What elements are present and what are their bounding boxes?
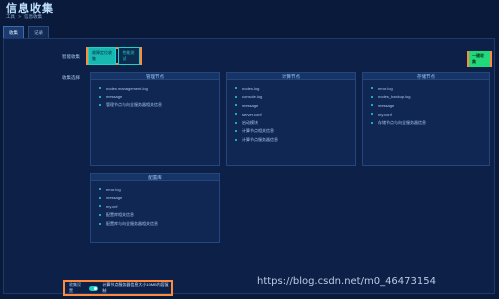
setting-highlight: 收集设置 计算节点服务器信息大小10MB内容复制	[63, 280, 173, 296]
mode-label: 智能收集	[62, 54, 80, 59]
list-item[interactable]: nodes management.log	[99, 84, 211, 93]
card-compute-node: 计算节点 nodes.log console.log message serve…	[226, 72, 356, 166]
list-item[interactable]: 启动模块	[235, 118, 347, 127]
setting-toggle[interactable]	[88, 285, 99, 291]
breadcrumb-item[interactable]: 工具	[6, 14, 15, 19]
card-title: 管理节点	[91, 73, 219, 80]
bullet-icon	[371, 87, 373, 90]
setting-label: 收集设置	[69, 282, 81, 293]
list-item[interactable]: my.conf	[371, 110, 481, 119]
list-item[interactable]: nodes.log	[235, 84, 347, 93]
bullet-icon	[99, 87, 101, 90]
items-label: 收集选择	[62, 75, 80, 80]
list-item[interactable]: console.log	[235, 93, 347, 102]
bullet-icon	[99, 214, 101, 217]
list-item[interactable]: error.log	[99, 185, 211, 194]
list-item[interactable]: nodes_backup.log	[371, 93, 481, 102]
bullet-icon	[99, 205, 101, 208]
bullet-icon	[235, 113, 237, 116]
bullet-icon	[235, 87, 237, 90]
bullet-icon	[371, 95, 373, 98]
mode-option-performance[interactable]: 性能测试	[118, 47, 140, 65]
card-title: 配置库	[91, 174, 219, 181]
collect-button-highlight: 一键收集	[467, 51, 492, 67]
card-title: 存储节点	[363, 73, 489, 80]
list-item[interactable]: message	[235, 101, 347, 110]
list-item[interactable]: server.conf	[235, 110, 347, 119]
card-title: 计算节点	[227, 73, 355, 80]
breadcrumb-item: 信息收集	[24, 14, 43, 19]
bullet-icon	[235, 95, 237, 98]
list-item[interactable]: message	[371, 101, 481, 110]
breadcrumb-separator: >	[18, 14, 21, 19]
bullet-icon	[99, 95, 101, 98]
list-item[interactable]: 计算节点服务器信息	[235, 136, 347, 145]
list-item[interactable]: 配置库与向全服务器相关信息	[99, 219, 211, 228]
list-item[interactable]: message	[99, 194, 211, 203]
mode-selector: 故障定位收集 性能测试	[86, 47, 142, 65]
bullet-icon	[99, 188, 101, 191]
bullet-icon	[235, 121, 237, 124]
bullet-icon	[99, 104, 101, 107]
collect-button[interactable]: 一键收集	[469, 51, 490, 67]
list-item[interactable]: message	[99, 93, 211, 102]
mode-option-fault[interactable]: 故障定位收集	[88, 47, 117, 65]
setting-text: 计算节点服务器信息大小10MB内容复制	[102, 282, 169, 293]
bullet-icon	[99, 196, 101, 199]
bullet-icon	[371, 113, 373, 116]
list-item[interactable]: 存储节点与向全服务器信息	[371, 118, 481, 127]
watermark-text: https://blog.csdn.net/m0_46473154	[257, 276, 436, 287]
list-item[interactable]: error.log	[371, 84, 481, 93]
bullet-icon	[235, 138, 237, 141]
bullet-icon	[371, 121, 373, 124]
bullet-icon	[99, 222, 101, 225]
list-item[interactable]: my.cnf	[99, 202, 211, 211]
list-item[interactable]: 配置库相关信息	[99, 211, 211, 220]
breadcrumb: 工具 > 信息收集	[6, 14, 44, 20]
card-management-node: 管理节点 nodes management.log message 管理节点与向…	[90, 72, 220, 166]
bullet-icon	[235, 130, 237, 133]
bullet-icon	[371, 104, 373, 107]
bullet-icon	[235, 104, 237, 107]
list-item[interactable]: 管理节点与向全服务器相关信息	[99, 101, 211, 110]
list-item[interactable]: 计算节点相关信息	[235, 127, 347, 136]
card-storage-node: 存储节点 error.log nodes_backup.log message …	[362, 72, 490, 166]
card-config-db: 配置库 error.log message my.cnf 配置库相关信息 配置库…	[90, 173, 220, 243]
